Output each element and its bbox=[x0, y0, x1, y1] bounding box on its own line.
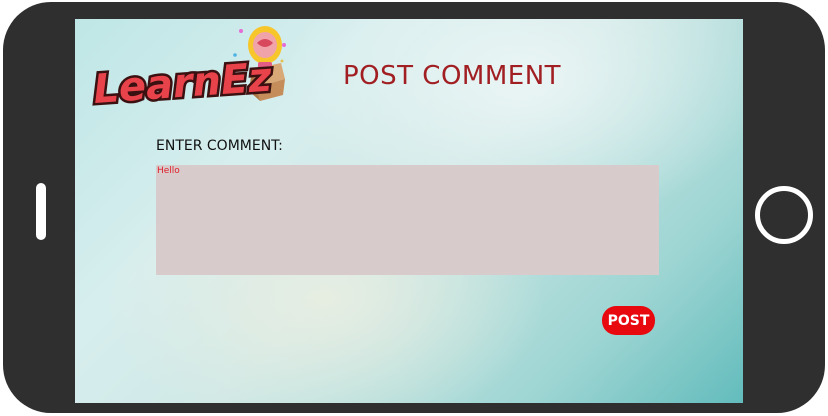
logo-text: LearnEz bbox=[92, 55, 274, 109]
speaker-slot-icon bbox=[36, 183, 46, 240]
post-button[interactable]: POST bbox=[602, 306, 655, 335]
page-title: POST COMMENT bbox=[343, 61, 562, 91]
comment-label: ENTER COMMENT: bbox=[156, 138, 283, 154]
home-button[interactable] bbox=[755, 186, 813, 244]
phone-frame: LearnEz POST COMMENT ENTER COMMENT: Hell… bbox=[3, 2, 825, 413]
learnez-logo: LearnEz bbox=[89, 26, 286, 109]
comment-input[interactable]: Hello bbox=[156, 165, 659, 275]
app-screen: LearnEz POST COMMENT ENTER COMMENT: Hell… bbox=[75, 19, 743, 403]
